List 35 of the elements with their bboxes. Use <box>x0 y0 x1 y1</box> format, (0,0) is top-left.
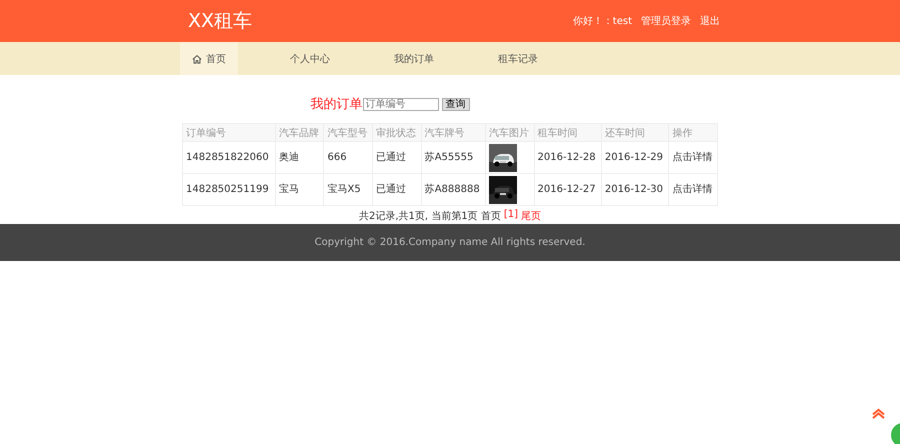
table-cell: 宝马X5 <box>324 174 373 206</box>
column-header: 租车时间 <box>534 124 602 142</box>
table-cell: 2016-12-27 <box>534 174 602 206</box>
nav-tab[interactable]: 我的订单 <box>382 42 446 75</box>
order-number-field[interactable]: 订单编号 <box>362 98 438 110</box>
search-button[interactable]: 查询 <box>442 98 470 110</box>
table-cell: 苏A55555 <box>421 142 486 174</box>
table-cell: 已通过 <box>372 142 422 174</box>
column-header: 汽车图片 <box>485 124 534 142</box>
column-header: 操作 <box>668 124 718 142</box>
table-cell: 2016-12-30 <box>601 174 669 206</box>
table-cell: 2016-12-28 <box>534 142 602 174</box>
nav-tab[interactable]: 个人中心 <box>278 42 342 75</box>
table-cell: 1482850251199 <box>182 174 276 206</box>
column-header: 汽车型号 <box>324 124 373 142</box>
pagination-summary: 共2记录,共1页, 当前第1页 首页 <box>359 210 501 223</box>
table-cell: 已通过 <box>372 174 422 206</box>
page-link[interactable]: 尾页 <box>520 209 541 223</box>
table-cell: 666 <box>324 142 373 174</box>
back-to-top-icon[interactable] <box>871 408 886 419</box>
copyright-text: Copyright © 2016.Company name All rights reserved. <box>314 237 586 248</box>
column-header: 还车时间 <box>601 124 669 142</box>
table-cell: 宝马 <box>275 174 324 206</box>
column-header: 汽车牌号 <box>421 124 486 142</box>
table-cell: 奥迪 <box>275 142 324 174</box>
page-link[interactable]: [1] <box>504 209 518 223</box>
nav-tab[interactable]: 租车记录 <box>486 42 550 75</box>
table-cell: 2016-12-29 <box>601 142 669 174</box>
table-cell: 1482851822060 <box>182 142 276 174</box>
nav-tab[interactable]: 首页 <box>180 42 238 75</box>
column-header: 订单编号 <box>182 124 276 142</box>
page-title: 我的订单 <box>310 96 362 113</box>
column-header: 汽车品牌 <box>275 124 324 142</box>
column-header: 审批状态 <box>372 124 422 142</box>
table-cell: 苏A888888 <box>421 174 486 206</box>
